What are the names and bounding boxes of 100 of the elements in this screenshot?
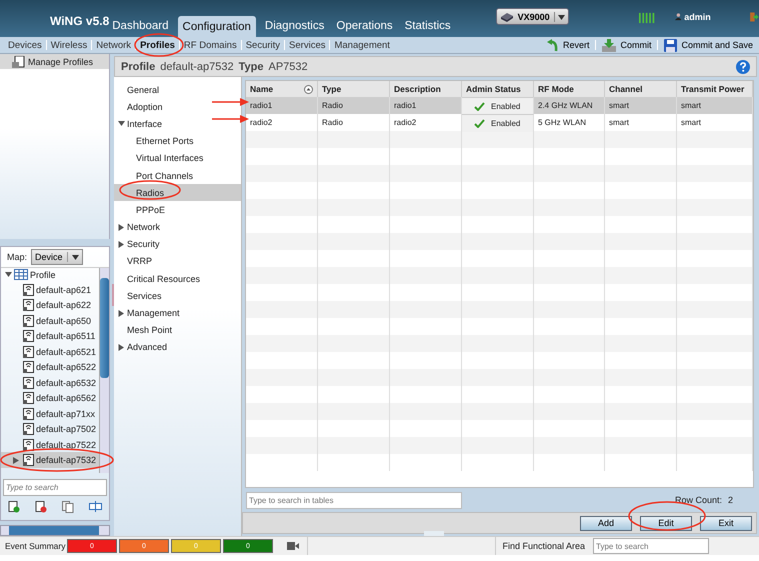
- table-row[interactable]: radio1 Radio radio1 Enabled 2.4 GHz WLAN smart smart: [246, 97, 753, 114]
- action-button[interactable]: Add: [580, 516, 632, 530]
- device-icon: [500, 12, 514, 22]
- toolbar-button[interactable]: Commit: [596, 38, 658, 52]
- nav-item[interactable]: Critical Resources: [114, 270, 241, 288]
- device-selector[interactable]: VX9000: [496, 8, 569, 25]
- find-field[interactable]: Type to search: [593, 538, 709, 554]
- rename-icon[interactable]: [88, 500, 102, 512]
- tree-item[interactable]: default-ap621: [1, 282, 99, 298]
- camera-icon[interactable]: [287, 542, 299, 550]
- table-cell: 2.4 GHz WLAN: [538, 101, 593, 110]
- tree-item[interactable]: default-ap6522: [1, 359, 99, 375]
- caret-icon: [558, 14, 565, 20]
- main-tab[interactable]: Dashboard: [109, 16, 172, 37]
- profile-icon: [23, 314, 34, 327]
- sub-tab[interactable]: Profiles: [136, 40, 179, 50]
- highlight-ellipse: [119, 180, 181, 200]
- expand-triangle-icon[interactable]: [118, 240, 125, 248]
- expand-triangle-icon[interactable]: [118, 310, 125, 317]
- nav-item[interactable]: Virtual Interfaces: [114, 150, 241, 167]
- nav-item[interactable]: General: [114, 81, 241, 98]
- collapse-triangle-icon[interactable]: [118, 120, 125, 128]
- sub-tab[interactable]: Security: [242, 40, 284, 50]
- expand-triangle-icon[interactable]: [13, 456, 19, 464]
- tree-item[interactable]: default-ap6521: [1, 344, 99, 360]
- pointer-arrow: [212, 98, 249, 106]
- tree-item[interactable]: default-ap6562: [1, 390, 99, 406]
- save-icon: [664, 38, 678, 52]
- expand-triangle-icon[interactable]: [118, 344, 125, 351]
- field-label: Profile: [121, 60, 156, 72]
- caret-icon: [72, 254, 80, 260]
- tree-item[interactable]: default-ap7532: [1, 452, 99, 468]
- nav-item[interactable]: Mesh Point: [114, 322, 241, 339]
- resize-grip[interactable]: [424, 531, 444, 536]
- nav-item[interactable]: PPPoE: [114, 201, 241, 218]
- table-cell: 5 GHz WLAN: [538, 118, 586, 127]
- nav-item[interactable]: Security: [114, 236, 241, 253]
- search-field[interactable]: Type to search: [3, 478, 107, 496]
- main-tab[interactable]: Configuration: [178, 16, 256, 37]
- main-tab[interactable]: Operations: [333, 16, 396, 37]
- main-tab[interactable]: Statistics: [402, 16, 454, 37]
- profile-icon: [23, 299, 34, 312]
- table-search-field[interactable]: Type to search in tables: [246, 492, 462, 508]
- tree-item[interactable]: default-ap71xx: [1, 406, 99, 422]
- profile-icon: [23, 408, 34, 420]
- product-logo: WiNG v5.8: [50, 14, 110, 28]
- main-tab[interactable]: Diagnostics: [262, 16, 328, 37]
- add-document-icon[interactable]: [8, 500, 20, 513]
- scrollbar[interactable]: [99, 268, 109, 473]
- tree-item[interactable]: default-ap6532: [1, 374, 99, 390]
- sub-tab[interactable]: Wireless: [46, 40, 92, 50]
- action-button[interactable]: Exit: [700, 516, 752, 530]
- user-name: admin: [684, 12, 711, 22]
- profile-type: AP7532: [268, 60, 308, 72]
- sub-tab[interactable]: Services: [285, 40, 330, 50]
- map-dropdown[interactable]: Device: [31, 248, 84, 265]
- profile-icon: [23, 438, 34, 451]
- pointer-arrow: [212, 115, 249, 123]
- sub-tab[interactable]: Management: [330, 40, 394, 50]
- collapse-triangle-icon[interactable]: [5, 271, 12, 278]
- table-cell: smart: [609, 101, 629, 110]
- field-label: Type: [238, 60, 264, 72]
- action-button[interactable]: Edit: [640, 516, 692, 530]
- tree-item[interactable]: Profile: [1, 268, 99, 282]
- nav-item[interactable]: Services: [114, 287, 241, 304]
- delete-document-icon[interactable]: [35, 500, 48, 513]
- tree-item[interactable]: default-ap650: [1, 312, 99, 328]
- sub-tab[interactable]: Devices: [4, 40, 46, 50]
- table-cell: smart: [681, 101, 701, 110]
- map-label: Map:: [7, 252, 28, 262]
- profile-icon: [23, 284, 34, 296]
- collapse-handle[interactable]: [112, 284, 114, 306]
- toolbar-button[interactable]: Commit and Save: [658, 38, 759, 52]
- status-label: Event Summary: [4, 541, 66, 551]
- nav-item[interactable]: Adoption: [114, 98, 241, 116]
- sub-tab[interactable]: RF Domains: [180, 40, 241, 50]
- nav-item[interactable]: Advanced: [114, 338, 241, 356]
- tree-item[interactable]: default-ap7502: [1, 421, 99, 437]
- toolbar-button[interactable]: Revert: [540, 38, 596, 52]
- profile-icon: [23, 361, 34, 374]
- table-cell: smart: [681, 118, 701, 127]
- nav-item[interactable]: Port Channels: [114, 166, 241, 184]
- expand-triangle-icon[interactable]: [118, 224, 125, 231]
- help-icon[interactable]: [736, 60, 750, 74]
- nav-item[interactable]: Network: [114, 218, 241, 236]
- sub-tab[interactable]: Network: [92, 40, 136, 50]
- copy-icon[interactable]: [62, 500, 74, 513]
- profile-icon: [23, 454, 34, 466]
- nav-item[interactable]: Radios: [114, 184, 241, 202]
- nav-item[interactable]: Management: [114, 304, 241, 322]
- nav-item[interactable]: Interface: [114, 115, 241, 133]
- nav-item[interactable]: VRRP: [114, 252, 241, 270]
- row-count-label: Row Count:: [674, 495, 722, 505]
- tree-item[interactable]: default-ap6511: [1, 328, 99, 344]
- sort-icon[interactable]: [304, 84, 313, 94]
- tree-item[interactable]: default-ap7522: [1, 436, 99, 452]
- scrollbar[interactable]: [0, 525, 110, 536]
- nav-item[interactable]: Ethernet Ports: [114, 132, 241, 150]
- tree-item[interactable]: default-ap622: [1, 297, 99, 313]
- table-cell: smart: [609, 118, 629, 127]
